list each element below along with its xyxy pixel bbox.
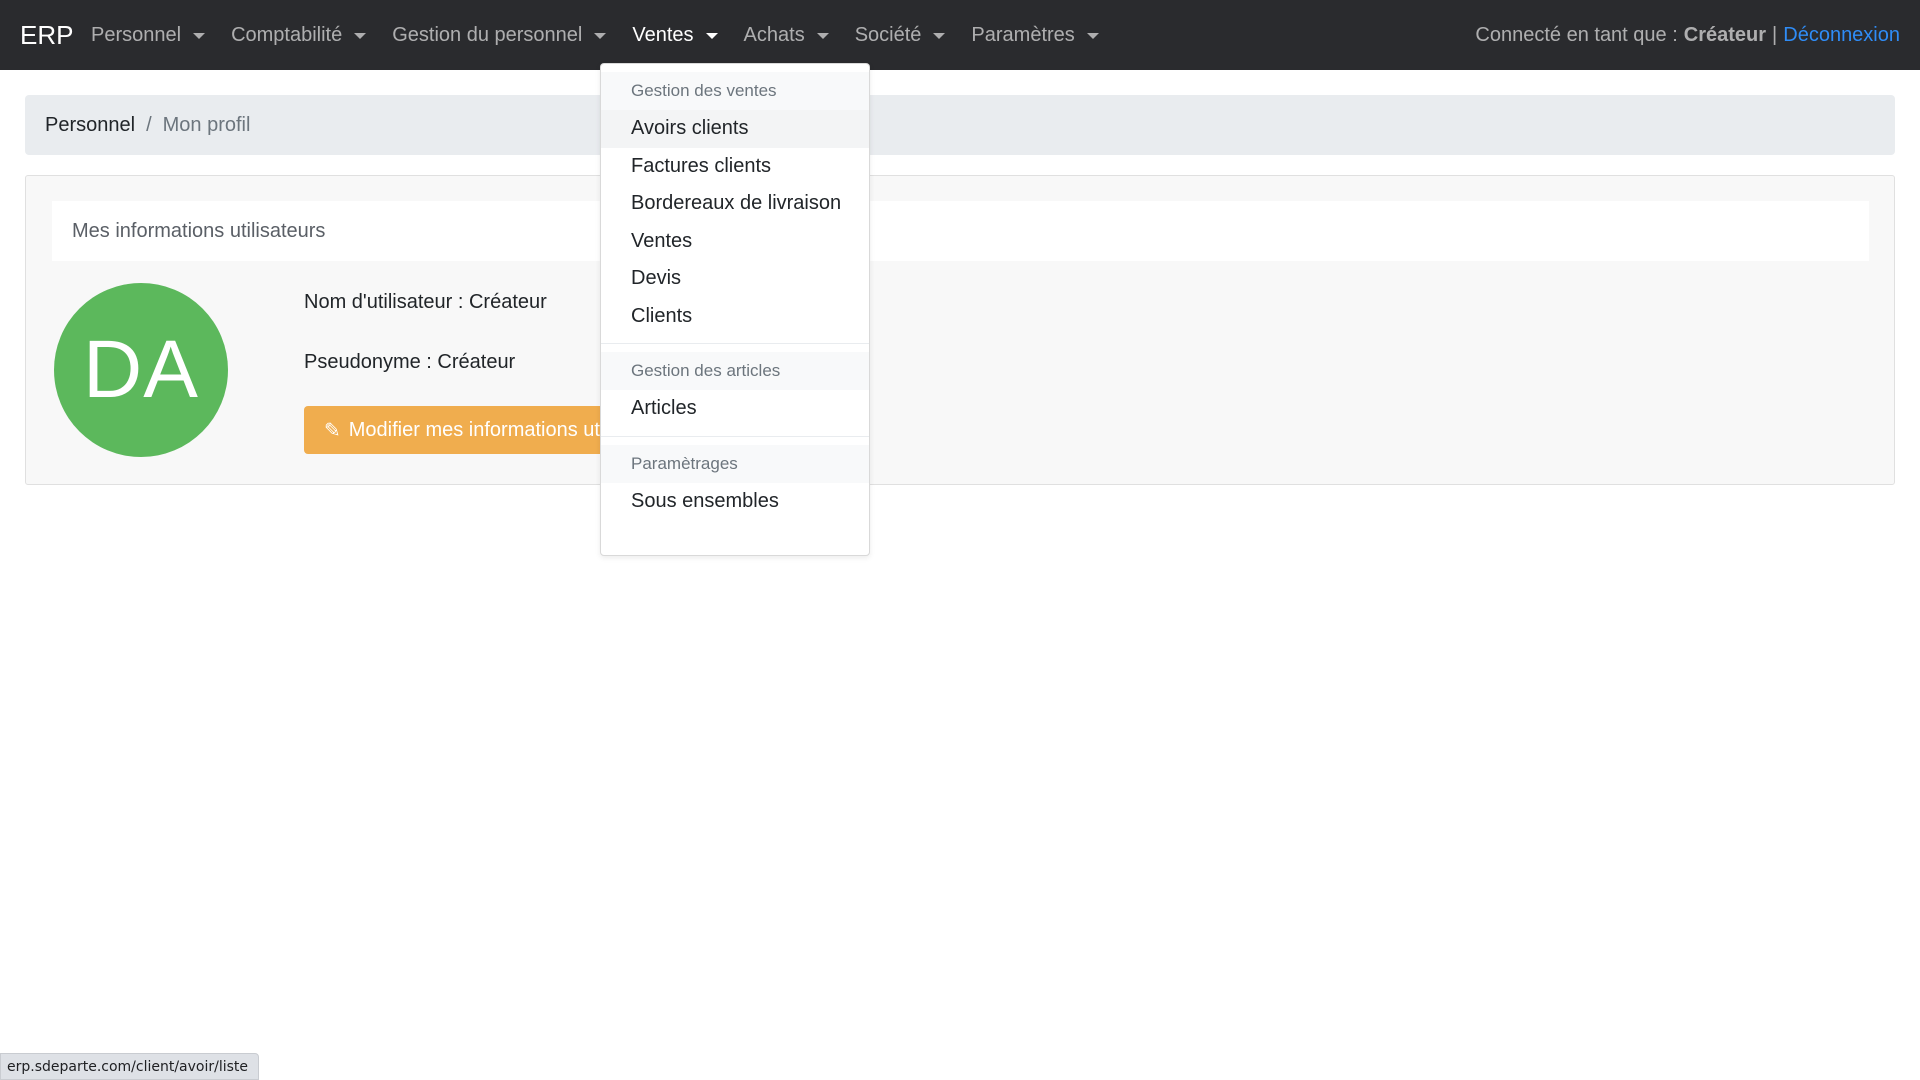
menu-item-sous-ensembles[interactable]: Sous ensembles [601, 483, 869, 521]
user-status: Connecté en tant que : Créateur | Déconn… [1475, 0, 1900, 70]
profile-card-title: Mes informations utilisateurs [52, 201, 1869, 261]
caret-down-icon [1086, 33, 1099, 39]
caret-down-icon [933, 33, 946, 39]
nav-item-label: Ventes [632, 23, 694, 46]
menu-item-devis[interactable]: Devis [601, 260, 869, 298]
dropdown-header-gestion-ventes: Gestion des ventes [601, 72, 869, 110]
ventes-dropdown-menu: Gestion des ventes Avoirs clients Factur… [600, 63, 870, 556]
dropdown-header-parametrages: Paramètrages [601, 444, 869, 483]
user-separator: | [1772, 23, 1778, 46]
edit-profile-button-label: Modifier mes informations utilisateurs [348, 418, 634, 441]
profile-card: Mes informations utilisateurs DA Nom d'u… [25, 175, 1895, 485]
menu-item-articles[interactable]: Articles [601, 390, 869, 428]
dropdown-divider [601, 435, 869, 437]
brand-logo[interactable]: ERP [20, 18, 73, 52]
edit-profile-button[interactable]: ✎ Modifier mes informations utilisateurs [304, 406, 634, 454]
nav-item-label: Paramètres [971, 23, 1075, 46]
caret-down-icon [594, 33, 607, 39]
menu-item-ventes[interactable]: Ventes [601, 223, 869, 261]
nav-item-label: Société [854, 23, 922, 46]
logged-in-username: Créateur [1683, 23, 1767, 46]
caret-down-icon [816, 33, 829, 39]
pencil-icon: ✎ [324, 419, 341, 442]
menu-item-avoirs-clients[interactable]: Avoirs clients [601, 110, 869, 148]
dropdown-divider [601, 343, 869, 344]
logged-in-prefix: Connecté en tant que : [1475, 23, 1678, 46]
nav-item-comptabilite[interactable]: Comptabilité [218, 0, 379, 70]
breadcrumb-parent[interactable]: Personnel [45, 114, 135, 137]
breadcrumb-current: Mon profil [162, 113, 251, 136]
nav-item-achats[interactable]: Achats [731, 0, 842, 70]
logout-link[interactable]: Déconnexion [1783, 24, 1900, 47]
breadcrumb: Personnel / Mon profil [25, 95, 1895, 155]
nav-item-label: Achats [743, 23, 805, 46]
nav-item-gestion-personnel[interactable]: Gestion du personnel [379, 0, 619, 70]
nav-menu: Personnel Comptabilité Gestion du person… [78, 0, 1112, 70]
nav-item-label: Personnel [91, 23, 182, 46]
nav-item-parametres[interactable]: Paramètres [958, 0, 1111, 70]
menu-item-factures-clients[interactable]: Factures clients [601, 148, 869, 186]
avatar: DA [54, 283, 228, 457]
dropdown-header-gestion-articles: Gestion des articles [601, 352, 869, 390]
nav-item-ventes[interactable]: Ventes [619, 0, 730, 70]
nav-item-label: Comptabilité [231, 23, 343, 46]
caret-down-icon [354, 33, 367, 39]
top-navbar: ERP Personnel Comptabilité Gestion du pe… [0, 0, 1920, 70]
breadcrumb-separator: / [146, 113, 152, 136]
nav-item-personnel[interactable]: Personnel [78, 0, 218, 70]
menu-item-bordereaux-livraison[interactable]: Bordereaux de livraison [601, 185, 869, 223]
username-info: Nom d'utilisateur : Créateur [304, 291, 547, 313]
nav-item-societe[interactable]: Société [842, 0, 959, 70]
status-bar-url: erp.sdeparte.com/client/avoir/liste [0, 1053, 260, 1080]
nav-item-label: Gestion du personnel [392, 23, 583, 46]
nickname-info: Pseudonyme : Créateur [304, 351, 516, 373]
caret-down-icon [705, 33, 718, 39]
caret-down-icon [193, 33, 206, 39]
menu-item-clients[interactable]: Clients [601, 298, 869, 336]
